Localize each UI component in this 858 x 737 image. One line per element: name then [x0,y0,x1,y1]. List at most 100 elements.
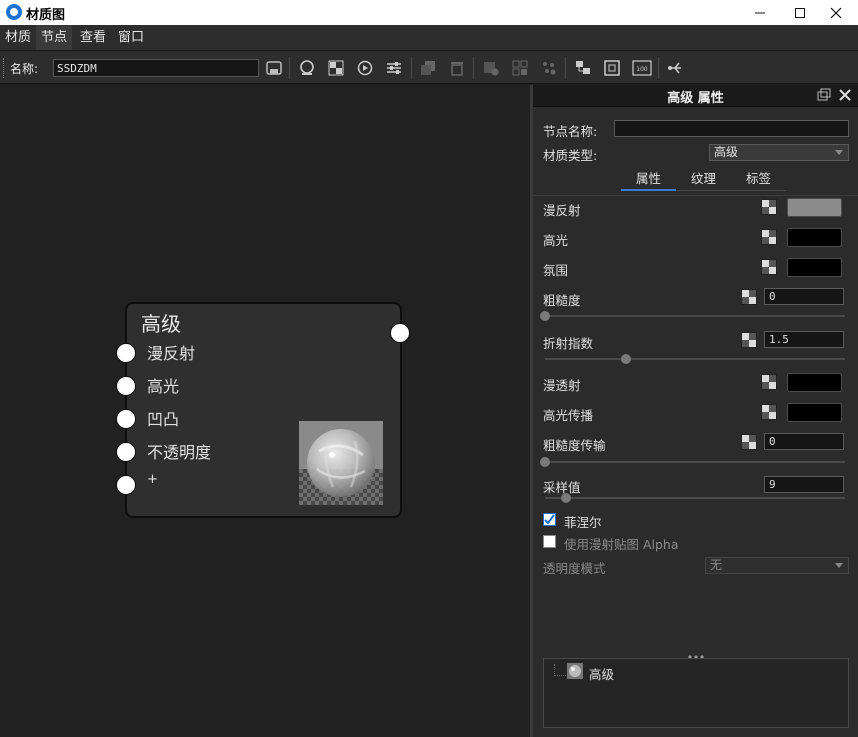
node-hierarchy-tree: 高级 [543,658,849,728]
menu-window[interactable]: 窗口 [113,25,149,50]
adjust-settings-button[interactable] [385,59,403,77]
port-label-bump: 凹凸 [147,410,180,429]
use-diffuse-alpha-checkbox[interactable] [543,535,556,548]
toolbar-grip[interactable] [3,58,5,78]
node-tool-a-button[interactable] [482,59,500,77]
roughness-input[interactable] [764,288,844,305]
tab-tags[interactable]: 标签 [731,169,786,191]
menu-view[interactable]: 查看 [75,25,111,50]
samples-slider-track[interactable] [545,497,845,499]
properties-panel: 高级 属性 节点名称: 材质类型: 高级 属性 纹理 标签 漫反射 高光 氛围 … [533,85,858,737]
port-label-opacity: 不透明度 [147,443,212,462]
material-type-value: 高级 [714,145,739,159]
close-icon [830,7,842,18]
rough-trans-slider-thumb[interactable] [540,457,550,467]
checker-texture-icon [741,434,757,450]
checker-texture-icon [761,229,777,245]
node-dots-icon [543,62,556,75]
roughness-texture-button[interactable] [741,289,757,309]
delete-node-button[interactable] [448,59,466,77]
node-name-input[interactable] [614,120,849,137]
input-port-bump[interactable] [116,409,136,429]
diffuse-color-swatch[interactable] [787,198,842,217]
add-input-port[interactable] [116,475,136,495]
minimize-button[interactable] [738,0,782,25]
panel-resize-grip[interactable] [687,649,705,659]
checker-background-button[interactable] [327,59,345,77]
spec-trans-color-swatch[interactable] [787,403,842,422]
tree-item-node[interactable] [567,663,583,679]
output-port[interactable] [390,323,410,343]
close-icon [839,89,851,101]
material-name-input[interactable] [53,59,259,77]
connect-nodes-button[interactable] [666,59,684,77]
material-node[interactable]: 高级 漫反射 高光 凹凸 不透明度 + [116,302,410,518]
menu-node[interactable]: 节点 [36,25,73,50]
material-preview-thumbnail [299,421,383,505]
ior-slider-track[interactable] [545,358,845,360]
zoom-100-button[interactable]: 100 [632,59,652,77]
close-panel-button[interactable] [838,88,852,102]
samples-input[interactable] [764,476,844,493]
toolbar-separator [473,57,474,79]
copy-node-button[interactable] [419,59,437,77]
rough-trans-texture-button[interactable] [741,434,757,454]
name-label: 名称: [10,62,39,76]
input-port-specular[interactable] [116,376,136,396]
fit-view-button[interactable] [603,59,621,77]
chevron-down-icon [835,563,843,568]
minimize-icon [755,12,765,13]
layout-nodes-button[interactable] [574,59,592,77]
opacity-mode-label: 透明度模式 [543,561,606,576]
roughness-slider-thumb[interactable] [540,311,550,321]
node-grid-icon [512,60,528,76]
diffuse-label: 漫反射 [543,203,581,218]
add-input-label: + [147,472,158,487]
ambient-texture-button[interactable] [761,259,777,279]
fresnel-checkbox[interactable] [543,513,556,526]
spec-trans-texture-button[interactable] [761,404,777,424]
node-name-label: 节点名称: [543,124,598,139]
checker-icon [328,60,344,76]
transmission-texture-button[interactable] [761,374,777,394]
tab-properties[interactable]: 属性 [621,169,676,191]
save-icon [266,61,282,75]
tree-item-label[interactable]: 高级 [589,664,614,683]
material-type-select[interactable]: 高级 [709,144,849,161]
diffuse-texture-button[interactable] [761,199,777,219]
save-button[interactable] [265,59,283,77]
node-tool-b-button[interactable] [511,59,529,77]
title-bar: 材质图 [0,0,858,25]
rough-trans-slider-track[interactable] [545,461,845,463]
checker-texture-icon [741,289,757,305]
input-port-diffuse[interactable] [116,343,136,363]
menu-material[interactable]: 材质 [0,25,36,50]
transmission-color-swatch[interactable] [787,373,842,392]
rough-trans-input[interactable] [764,433,844,450]
ambient-color-swatch[interactable] [787,258,842,277]
tab-texture[interactable]: 纹理 [676,169,731,191]
ior-input[interactable] [764,331,844,348]
material-node-icon [567,663,583,679]
specular-color-swatch[interactable] [787,228,842,247]
menu-bar: 材质 节点 查看 窗口 [0,25,858,51]
ior-texture-button[interactable] [741,332,757,352]
node-tool-c-button[interactable] [540,59,558,77]
use-diffuse-alpha-label: 使用漫射贴图 Alpha [564,537,679,552]
spec-trans-label: 高光传播 [543,408,594,423]
ior-slider-thumb[interactable] [621,354,631,364]
rough-trans-label: 粗糙度传输 [543,438,606,453]
undock-panel-button[interactable] [817,88,831,102]
preview-sphere-button[interactable] [298,59,316,77]
play-preview-button[interactable] [356,59,374,77]
input-port-opacity[interactable] [116,442,136,462]
toolbar-separator [289,57,290,79]
samples-slider-thumb[interactable] [561,493,571,503]
svg-text:100: 100 [636,66,648,73]
specular-texture-button[interactable] [761,229,777,249]
close-window-button[interactable] [814,0,858,25]
node-add-icon [484,62,499,76]
opacity-mode-select[interactable]: 无 [705,557,849,574]
port-label-diffuse: 漫反射 [147,344,196,363]
roughness-slider-track[interactable] [545,315,845,317]
